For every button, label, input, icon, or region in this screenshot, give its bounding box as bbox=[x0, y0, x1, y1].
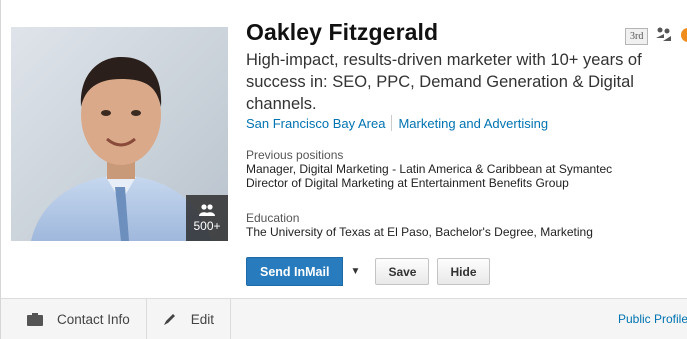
meta-divider bbox=[391, 115, 393, 131]
save-button[interactable]: Save bbox=[375, 258, 430, 285]
people-icon bbox=[199, 203, 215, 216]
contact-info-button[interactable]: Contact Info bbox=[1, 299, 147, 339]
chevron-down-icon: ▼ bbox=[350, 266, 361, 277]
more-actions-dropdown[interactable]: ▼ bbox=[343, 257, 367, 286]
profile-card: 500+ Oakley Fitzgerald 3rd High-impact, … bbox=[0, 0, 687, 339]
education: Education The University of Texas at El … bbox=[246, 211, 593, 240]
pencil-icon bbox=[163, 312, 177, 326]
connections-count: 500+ bbox=[193, 218, 221, 233]
contact-card-icon bbox=[27, 312, 43, 326]
edit-button[interactable]: Edit bbox=[147, 299, 232, 339]
profile-photo[interactable]: 500+ bbox=[11, 27, 228, 241]
location-link[interactable]: San Francisco Bay Area bbox=[246, 116, 385, 131]
hide-button[interactable]: Hide bbox=[437, 258, 490, 285]
profile-name[interactable]: Oakley Fitzgerald bbox=[246, 18, 686, 46]
profile-actions: Send InMail ▼ Save Hide bbox=[246, 257, 490, 286]
edit-label: Edit bbox=[190, 311, 215, 327]
connections-badge: 500+ bbox=[186, 195, 228, 241]
industry-link[interactable]: Marketing and Advertising bbox=[398, 116, 548, 131]
profile-headline: High-impact, results-driven marketer wit… bbox=[246, 51, 642, 113]
public-profile-link[interactable]: Public Profile bbox=[618, 312, 687, 326]
contact-info-label: Contact Info bbox=[57, 311, 130, 327]
group-icon bbox=[656, 27, 672, 46]
degree-badge: 3rd bbox=[625, 28, 649, 45]
profile-meta: San Francisco Bay Area Marketing and Adv… bbox=[246, 115, 548, 131]
send-inmail-button[interactable]: Send InMail bbox=[246, 257, 344, 286]
education-item: The University of Texas at El Paso, Bach… bbox=[246, 225, 593, 239]
profile-footer: Contact Info Edit Public Profile bbox=[1, 298, 687, 339]
profile-header: Oakley Fitzgerald bbox=[246, 18, 686, 46]
previous-positions: Previous positions Manager, Digital Mark… bbox=[246, 148, 613, 191]
previous-position-item: Manager, Digital Marketing - Latin Ameri… bbox=[246, 162, 613, 176]
previous-position-item: Director of Digital Marketing at Enterta… bbox=[246, 176, 569, 190]
education-label: Education bbox=[246, 211, 300, 225]
previous-positions-label: Previous positions bbox=[246, 148, 344, 162]
